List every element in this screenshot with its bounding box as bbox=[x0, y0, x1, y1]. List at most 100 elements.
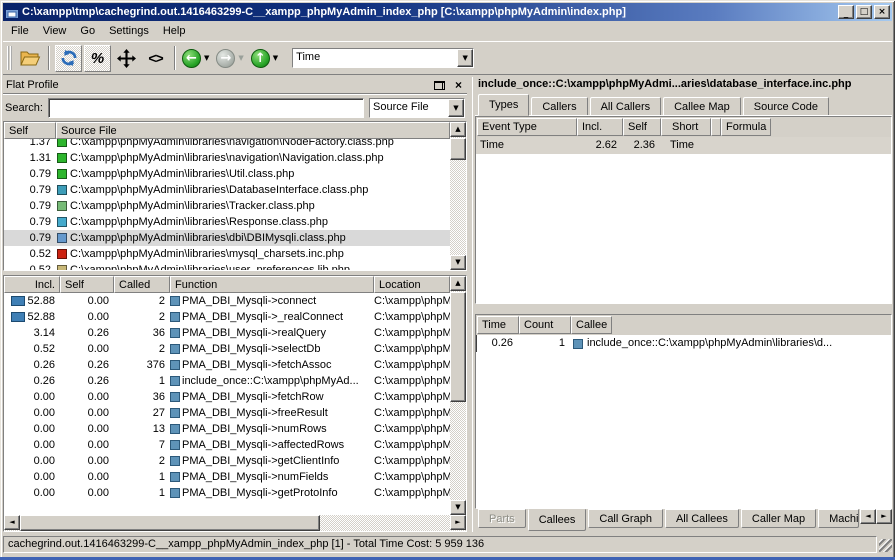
grouping-combobox[interactable]: Source File ▼ bbox=[369, 98, 465, 118]
event-type-combobox[interactable]: Time ▼ bbox=[292, 48, 474, 68]
file-list-row[interactable]: 0.79C:\xampp\phpMyAdmin\libraries\Tracke… bbox=[4, 198, 450, 214]
scrollbar-thumb[interactable] bbox=[450, 292, 466, 402]
column-header-spacer[interactable] bbox=[711, 118, 721, 136]
tab-all-callers[interactable]: All Callers bbox=[590, 97, 662, 116]
tab-scroll-right-icon[interactable]: ► bbox=[876, 509, 892, 524]
panel-close-icon[interactable]: × bbox=[453, 79, 464, 91]
up-button[interactable]: ↑ bbox=[251, 49, 270, 68]
resize-grip[interactable] bbox=[879, 539, 892, 552]
search-input[interactable] bbox=[48, 98, 364, 118]
maximize-button[interactable]: □ bbox=[856, 5, 872, 19]
tab-scroll-left-icon[interactable]: ◄ bbox=[860, 509, 876, 524]
file-list-row[interactable]: 0.79C:\xampp\phpMyAdmin\libraries\Databa… bbox=[4, 182, 450, 198]
file-list-row[interactable]: 1.37C:\xampp\phpMyAdmin\libraries\naviga… bbox=[4, 139, 450, 150]
scrollbar-track[interactable] bbox=[450, 137, 466, 255]
file-list-row[interactable]: 0.79C:\xampp\phpMyAdmin\libraries\dbi\DB… bbox=[4, 230, 450, 246]
function-table-row[interactable]: 0.000.007PMA_DBI_Mysqli->affectedRowsC:\… bbox=[4, 437, 450, 453]
column-header-called[interactable]: Called bbox=[114, 276, 170, 293]
callees-table-row[interactable]: 0.26 1 include_once::C:\xampp\phpMyAdmin… bbox=[476, 335, 891, 352]
tab-callers[interactable]: Callers bbox=[531, 97, 587, 116]
toolbar-drag-handle[interactable] bbox=[7, 46, 12, 70]
combobox-dropdown-button[interactable]: ▼ bbox=[448, 99, 464, 117]
file-list-vscrollbar[interactable]: ▲ ▼ bbox=[450, 122, 466, 270]
tab-callees[interactable]: Callees bbox=[528, 509, 587, 531]
status-text: cachegrind.out.1416463299-C__xampp_phpMy… bbox=[3, 536, 877, 553]
scroll-up-icon[interactable]: ▲ bbox=[450, 122, 466, 137]
file-list-row[interactable]: 0.52C:\xampp\phpMyAdmin\libraries\mysql_… bbox=[4, 246, 450, 262]
tab-callee-map[interactable]: Callee Map bbox=[663, 97, 741, 116]
function-table-hscrollbar[interactable]: ◄ ► bbox=[4, 515, 466, 531]
close-button[interactable]: × bbox=[874, 5, 890, 19]
menu-go[interactable]: Go bbox=[73, 23, 102, 39]
title-bar[interactable]: C:\xampp\tmp\cachegrind.out.1416463299-C… bbox=[3, 3, 892, 21]
menu-file[interactable]: File bbox=[4, 23, 36, 39]
function-table-row[interactable]: 0.260.261include_once::C:\xampp\phpMyAd.… bbox=[4, 373, 450, 389]
float-panel-icon[interactable] bbox=[434, 81, 445, 90]
scroll-right-icon[interactable]: ► bbox=[450, 515, 466, 530]
column-header-incl[interactable]: Incl. bbox=[577, 118, 623, 136]
column-header-source-file[interactable]: Source File bbox=[56, 122, 450, 139]
flat-profile-titlebar[interactable]: Flat Profile × bbox=[3, 77, 467, 94]
function-table-row[interactable]: 0.000.001PMA_DBI_Mysqli->getProtoInfoC:\… bbox=[4, 485, 450, 501]
tab-call-graph[interactable]: Call Graph bbox=[588, 509, 663, 528]
file-list-row[interactable]: 0.79C:\xampp\phpMyAdmin\libraries\Respon… bbox=[4, 214, 450, 230]
combobox-dropdown-button[interactable]: ▼ bbox=[457, 49, 473, 67]
file-list-row[interactable]: 0.52C:\xampp\phpMyAdmin\libraries\user_p… bbox=[4, 262, 450, 270]
column-header-time[interactable]: Time bbox=[477, 316, 519, 334]
scroll-up-icon[interactable]: ▲ bbox=[450, 276, 466, 291]
function-table-row[interactable]: 0.520.002PMA_DBI_Mysqli->selectDbC:\xamp… bbox=[4, 341, 450, 357]
column-header-self[interactable]: Self bbox=[623, 118, 661, 136]
function-table-row[interactable]: 52.880.002PMA_DBI_Mysqli->_realConnectC:… bbox=[4, 309, 450, 325]
back-button[interactable]: ← bbox=[182, 49, 201, 68]
minimize-button[interactable]: _ bbox=[838, 5, 854, 19]
column-header-location[interactable]: Location bbox=[374, 276, 450, 293]
column-header-callee[interactable]: Callee bbox=[571, 316, 612, 334]
forward-arrow-icon: → bbox=[220, 52, 231, 65]
file-list-row[interactable]: 1.31C:\xampp\phpMyAdmin\libraries\naviga… bbox=[4, 150, 450, 166]
types-table-row[interactable]: Time 2.62 2.36 Time bbox=[476, 137, 891, 154]
horizontal-splitter[interactable] bbox=[475, 304, 892, 314]
open-file-button[interactable] bbox=[16, 45, 43, 72]
column-header-self[interactable]: Self bbox=[60, 276, 114, 293]
menu-help[interactable]: Help bbox=[156, 23, 193, 39]
scrollbar-track[interactable] bbox=[320, 515, 450, 531]
column-header-function[interactable]: Function bbox=[170, 276, 374, 293]
function-table-row[interactable]: 0.000.002PMA_DBI_Mysqli->getClientInfoC:… bbox=[4, 453, 450, 469]
scroll-down-icon[interactable]: ▼ bbox=[450, 255, 466, 270]
scroll-down-icon[interactable]: ▼ bbox=[450, 500, 466, 515]
tab-machine[interactable]: Machine bbox=[818, 509, 859, 528]
scrollbar-track[interactable] bbox=[450, 291, 466, 500]
column-header-eventtype[interactable]: Event Type bbox=[477, 118, 577, 136]
scroll-left-icon[interactable]: ◄ bbox=[4, 515, 20, 530]
scrollbar-thumb[interactable] bbox=[20, 515, 320, 531]
column-header-self[interactable]: Self bbox=[4, 122, 56, 139]
function-table-row[interactable]: 3.140.2636PMA_DBI_Mysqli->realQueryC:\xa… bbox=[4, 325, 450, 341]
function-table-row[interactable]: 0.260.26376PMA_DBI_Mysqli->fetchAssocC:\… bbox=[4, 357, 450, 373]
scrollbar-thumb[interactable] bbox=[450, 138, 466, 160]
tab-all-callees[interactable]: All Callees bbox=[665, 509, 739, 528]
function-table-row[interactable]: 0.000.0036PMA_DBI_Mysqli->fetchRowC:\xam… bbox=[4, 389, 450, 405]
tab-caller-map[interactable]: Caller Map bbox=[741, 509, 816, 528]
file-list-row[interactable]: 0.79C:\xampp\phpMyAdmin\libraries\Util.c… bbox=[4, 166, 450, 182]
shorten-templates-button[interactable]: <> bbox=[142, 45, 169, 72]
function-table-row[interactable]: 0.000.001PMA_DBI_Mysqli->numFieldsC:\xam… bbox=[4, 469, 450, 485]
expand-areas-button[interactable] bbox=[113, 45, 140, 72]
function-table-row[interactable]: 0.000.0027PMA_DBI_Mysqli->freeResultC:\x… bbox=[4, 405, 450, 421]
function-table-row[interactable]: 0.000.0013PMA_DBI_Mysqli->numRowsC:\xamp… bbox=[4, 421, 450, 437]
function-table-vscrollbar[interactable]: ▲ ▼ bbox=[450, 276, 466, 515]
function-icon bbox=[170, 312, 180, 322]
function-table-row[interactable]: 52.880.002PMA_DBI_Mysqli->connectC:\xamp… bbox=[4, 293, 450, 309]
up-dropdown[interactable]: ▼ bbox=[270, 54, 281, 62]
back-dropdown[interactable]: ▼ bbox=[201, 54, 212, 62]
column-header-short[interactable]: Short bbox=[661, 118, 711, 136]
tab-types[interactable]: Types bbox=[478, 94, 529, 116]
menu-view[interactable]: View bbox=[36, 23, 74, 39]
column-header-incl[interactable]: Incl. bbox=[4, 276, 60, 293]
self-value: 0.00 bbox=[60, 437, 114, 453]
tab-source-code[interactable]: Source Code bbox=[743, 97, 829, 116]
column-header-count[interactable]: Count bbox=[519, 316, 571, 334]
relative-percent-button[interactable]: % bbox=[84, 45, 111, 72]
cycle-detection-button[interactable] bbox=[55, 45, 82, 72]
menu-settings[interactable]: Settings bbox=[102, 23, 156, 39]
column-header-formula[interactable]: Formula bbox=[721, 118, 771, 136]
